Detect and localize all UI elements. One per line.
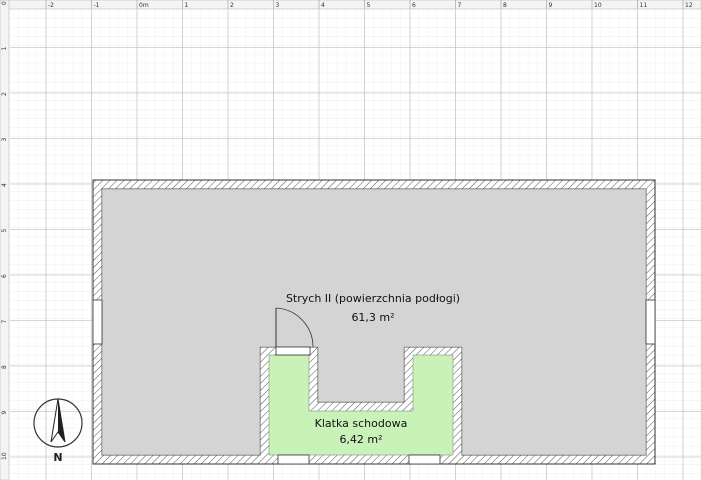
left-ruler-label: 10 — [1, 452, 8, 460]
window-bottom-1[interactable] — [277, 454, 310, 465]
window-left[interactable] — [92, 299, 103, 345]
top-ruler-label: 6 — [412, 2, 416, 9]
left-ruler-label: 4 — [1, 183, 8, 187]
top-ruler-label: 3 — [276, 2, 280, 9]
compass-north-label: N — [53, 451, 62, 464]
left-ruler-label: 0 — [1, 1, 8, 5]
room-klatka-name: Klatka schodowa — [315, 417, 408, 430]
left-ruler-label: 1 — [1, 47, 8, 51]
top-ruler-label: 5 — [367, 2, 371, 9]
top-ruler-label: 4 — [321, 2, 325, 9]
left-ruler-label: 7 — [1, 320, 8, 324]
top-ruler-label: 8 — [503, 2, 507, 9]
top-ruler-label: 2 — [230, 2, 234, 9]
top-ruler-label: 9 — [549, 2, 553, 9]
top-ruler-label: -1 — [94, 2, 100, 9]
left-ruler-label: 6 — [1, 274, 8, 278]
room-strych-name: Strych II (powierzchnia podłogi) — [286, 292, 460, 305]
top-ruler-label: 12 — [685, 2, 693, 9]
left-ruler-label: 5 — [1, 229, 8, 233]
top-ruler-label: 1 — [185, 2, 189, 9]
top-ruler-label: 11 — [640, 2, 648, 9]
left-ruler-label: 3 — [1, 138, 8, 142]
room-klatka-area: 6,42 m² — [339, 433, 382, 446]
left-ruler-label: 9 — [1, 411, 8, 415]
room-strych-area: 61,3 m² — [351, 311, 394, 324]
left-ruler-label: 8 — [1, 365, 8, 369]
floor-plan-canvas[interactable]: -2 -1 0m 1 2 3 4 5 6 7 8 9 10 11 12 012345678910 Stryc… — [0, 0, 701, 480]
window-right[interactable] — [645, 299, 656, 345]
top-ruler-label: -2 — [48, 2, 54, 9]
top-ruler-label: 0m — [139, 2, 149, 9]
left-ruler-label: 2 — [1, 92, 8, 96]
top-ruler-label: 10 — [594, 2, 602, 9]
top-ruler-label: 7 — [458, 2, 462, 9]
window-bottom-2[interactable] — [408, 454, 441, 465]
left-ruler[interactable] — [0, 0, 10, 480]
